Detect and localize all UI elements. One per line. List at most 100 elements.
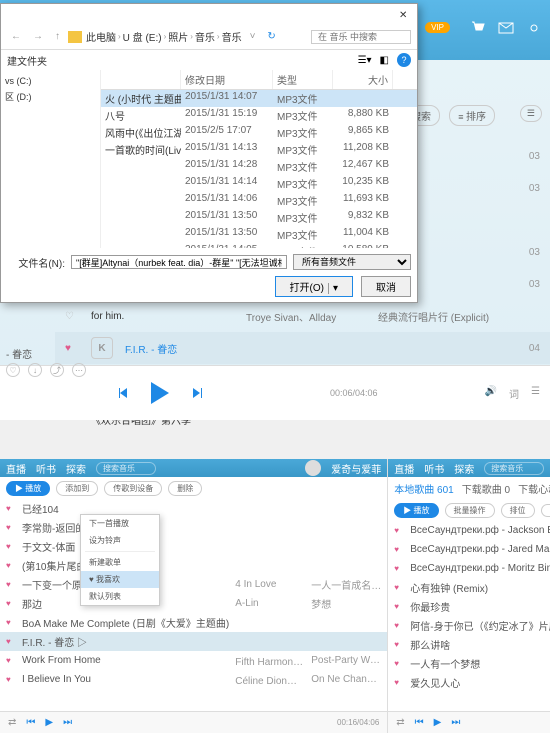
heart-icon[interactable]: ♥ bbox=[6, 561, 16, 570]
file-row[interactable]: 2015/1/31 14:05MP3文件10,589 KB bbox=[101, 243, 417, 248]
tab-live[interactable]: 直播 bbox=[6, 461, 26, 476]
open-button[interactable]: 打开(O)▾ bbox=[275, 276, 353, 297]
heart-icon[interactable]: ♥ bbox=[6, 599, 16, 608]
crumb-item[interactable]: U 盘 (E:) bbox=[123, 29, 162, 44]
heart-icon[interactable]: ♡ bbox=[65, 311, 79, 322]
list-item[interactable]: ♥ 已经104 bbox=[0, 499, 387, 518]
list-item[interactable]: ♥ 李常勋-返回的时间 bbox=[0, 518, 387, 537]
like-icon[interactable]: ♡ bbox=[6, 363, 20, 377]
panel-search[interactable]: 搜索音乐 bbox=[96, 462, 156, 475]
list-item[interactable]: ♥ ВсеСаундтреки.рф - Moritz Bintig - It'… bbox=[388, 559, 550, 578]
preview-icon[interactable]: ◧ bbox=[380, 55, 389, 66]
share-icon[interactable]: ⤴ bbox=[50, 363, 64, 377]
heart-icon[interactable]: ♥ bbox=[394, 640, 404, 649]
mini-shuffle-icon[interactable]: ⇄ bbox=[8, 717, 16, 728]
tab-live[interactable]: 直播 bbox=[394, 461, 414, 476]
song-row[interactable]: ♥ K F.I.R. - 眷恋 04 bbox=[55, 332, 550, 364]
list-item[interactable]: ♥ BoA Make Me Complete (日剧《大爱》主题曲) bbox=[0, 613, 387, 632]
up-icon[interactable]: ↑ bbox=[51, 31, 64, 42]
tab-explore[interactable]: 探索 bbox=[66, 461, 86, 476]
list-item[interactable]: ♥ 阿信-身于你已（《约定冰了》片尾曲） bbox=[388, 616, 550, 635]
heart-icon[interactable]: ♥ bbox=[394, 678, 404, 687]
list-item[interactable]: ♥ 那边 A-Lin 梦想 bbox=[0, 594, 387, 613]
tab-book[interactable]: 听书 bbox=[424, 461, 444, 476]
refresh-icon[interactable]: ↻ bbox=[263, 31, 279, 42]
filetype-select[interactable]: 所有音频文件 bbox=[293, 254, 411, 270]
more-icon[interactable]: ⋯ bbox=[72, 363, 86, 377]
list-item[interactable]: ♥ 于文文-体面 bbox=[0, 537, 387, 556]
list-item[interactable]: ♥ 一下变一个原因 4 In Love 一人一首成名曲原创经典精... bbox=[0, 575, 387, 594]
download-icon[interactable]: ↓ bbox=[28, 363, 42, 377]
lyric-icon[interactable]: 词 bbox=[509, 386, 519, 401]
mail-icon[interactable] bbox=[498, 20, 514, 36]
crumb-item[interactable]: 此电脑 bbox=[86, 29, 116, 44]
file-row[interactable]: 火 (小时代 主题曲)2015/1/31 14:07MP3文件 bbox=[101, 90, 417, 107]
list-item[interactable]: ♥ 一人有一个梦想 黎瑞恩 那是千条的回忆故事 bbox=[388, 654, 550, 673]
more-button[interactable]: ☰ bbox=[520, 105, 542, 122]
panel-search[interactable]: 搜索音乐 bbox=[484, 462, 544, 475]
list-item[interactable]: ♥ Work From Home Fifth Harmony、Ty Do... … bbox=[0, 651, 387, 670]
tab-explore[interactable]: 探索 bbox=[454, 461, 474, 476]
mini-play-icon[interactable]: ▶ bbox=[45, 717, 53, 728]
file-row[interactable]: 风雨中(《出位江湖...2015/2/5 17:07MP3文件9,865 KB bbox=[101, 124, 417, 141]
close-icon[interactable]: ✕ bbox=[399, 10, 411, 22]
mini-next-icon[interactable]: ⏭ bbox=[63, 717, 72, 728]
play-button[interactable] bbox=[151, 382, 169, 404]
toolbar-pill[interactable]: ▶ 播放 bbox=[394, 503, 438, 518]
view-icon[interactable]: ☰▾ bbox=[358, 55, 372, 66]
filename-input[interactable] bbox=[71, 255, 287, 269]
ctx-item[interactable]: 下一首播放 bbox=[81, 515, 159, 532]
sub-tab[interactable]: 下载心动 0 bbox=[518, 481, 550, 496]
new-folder-button[interactable]: 建文件夹 bbox=[7, 53, 47, 68]
ctx-item[interactable]: 新建歌单 bbox=[81, 554, 159, 571]
heart-icon[interactable]: ♥ bbox=[394, 583, 404, 592]
heart-icon[interactable]: ♥ bbox=[6, 504, 16, 513]
mini-next-icon[interactable]: ⏭ bbox=[451, 717, 460, 728]
next-button[interactable] bbox=[189, 386, 203, 400]
heart-icon[interactable]: ♥ bbox=[6, 675, 16, 684]
crumb-item[interactable]: 音乐 bbox=[195, 29, 215, 44]
playlist-icon[interactable]: ☰ bbox=[531, 386, 540, 401]
list-item[interactable]: ♥ ВсеСаундтреки.рф - Jared Mahone - No M… bbox=[388, 540, 550, 559]
toolbar-pill[interactable]: 传歌到设备 bbox=[104, 481, 162, 496]
back-icon[interactable]: ← bbox=[7, 31, 25, 42]
ctx-item[interactable]: 设为铃声 bbox=[81, 532, 159, 549]
list-item[interactable]: ♥ 爱久见人心 梁静茹 中国原创精选 bbox=[388, 673, 550, 692]
prev-button[interactable] bbox=[117, 386, 131, 400]
toolbar-pill[interactable]: 添加到 bbox=[56, 481, 98, 496]
cart-icon[interactable] bbox=[470, 20, 486, 36]
toolbar-pill[interactable]: 删除 bbox=[168, 481, 202, 496]
file-row[interactable]: 一首歌的时间(Live)2015/1/31 14:13MP3文件11,208 K… bbox=[101, 141, 417, 158]
settings-icon[interactable] bbox=[526, 20, 542, 36]
list-item[interactable]: ♥ 心有独钟 (Remix) 陈晓东 Electric boy bbox=[388, 578, 550, 597]
song-row[interactable]: ♡ for him. Troye Sivan、Allday 经典流行唱片行 (E… bbox=[55, 300, 550, 332]
avatar[interactable] bbox=[305, 460, 321, 476]
sidebar-drive[interactable]: vs (C:) bbox=[5, 74, 96, 88]
breadcrumb[interactable]: 此电脑›U 盘 (E:)›照片›音乐›音乐 bbox=[86, 29, 242, 44]
list-item[interactable]: ♥ 那么讲啥 南希儿 那么讲啥 bbox=[388, 635, 550, 654]
sort-button[interactable]: ≡ 排序 bbox=[449, 105, 495, 126]
mini-shuffle-icon[interactable]: ⇄ bbox=[396, 717, 404, 728]
volume-icon[interactable]: 🔊 bbox=[485, 386, 497, 401]
dialog-search-input[interactable] bbox=[311, 30, 411, 44]
sub-tab[interactable]: 下载歌曲 0 bbox=[462, 481, 510, 496]
heart-icon[interactable]: ♥ bbox=[6, 637, 16, 646]
help-icon[interactable]: ? bbox=[397, 53, 411, 67]
list-item[interactable]: ♥ I Believe In You Céline Dion、Il Divo O… bbox=[0, 670, 387, 689]
file-row[interactable]: 2015/1/31 14:28MP3文件12,467 KB bbox=[101, 158, 417, 175]
ctx-item[interactable]: ♥ 我喜欢 bbox=[81, 571, 159, 588]
file-row[interactable]: 2015/1/31 14:14MP3文件10,235 KB bbox=[101, 175, 417, 192]
toolbar-pill[interactable]: … bbox=[541, 504, 550, 517]
crumb-dropdown-icon[interactable]: ˅ bbox=[246, 31, 260, 42]
heart-icon[interactable]: ♥ bbox=[394, 564, 404, 573]
file-row[interactable]: 八号2015/1/31 15:19MP3文件8,880 KB bbox=[101, 107, 417, 124]
sidebar-drive[interactable]: 区 (D:) bbox=[5, 88, 96, 105]
heart-icon[interactable]: ♥ bbox=[6, 580, 16, 589]
forward-icon[interactable]: → bbox=[29, 31, 47, 42]
heart-icon[interactable]: ♥ bbox=[394, 545, 404, 554]
list-item[interactable]: ♥ ВсеСаундтреки.рф - Jackson Eppley, Rya… bbox=[388, 521, 550, 540]
heart-icon[interactable]: ♥ bbox=[394, 659, 404, 668]
toolbar-pill[interactable]: ▶ 播放 bbox=[6, 481, 50, 496]
ctx-item[interactable]: 默认列表 bbox=[81, 588, 159, 605]
mini-prev-icon[interactable]: ⏮ bbox=[26, 717, 35, 728]
